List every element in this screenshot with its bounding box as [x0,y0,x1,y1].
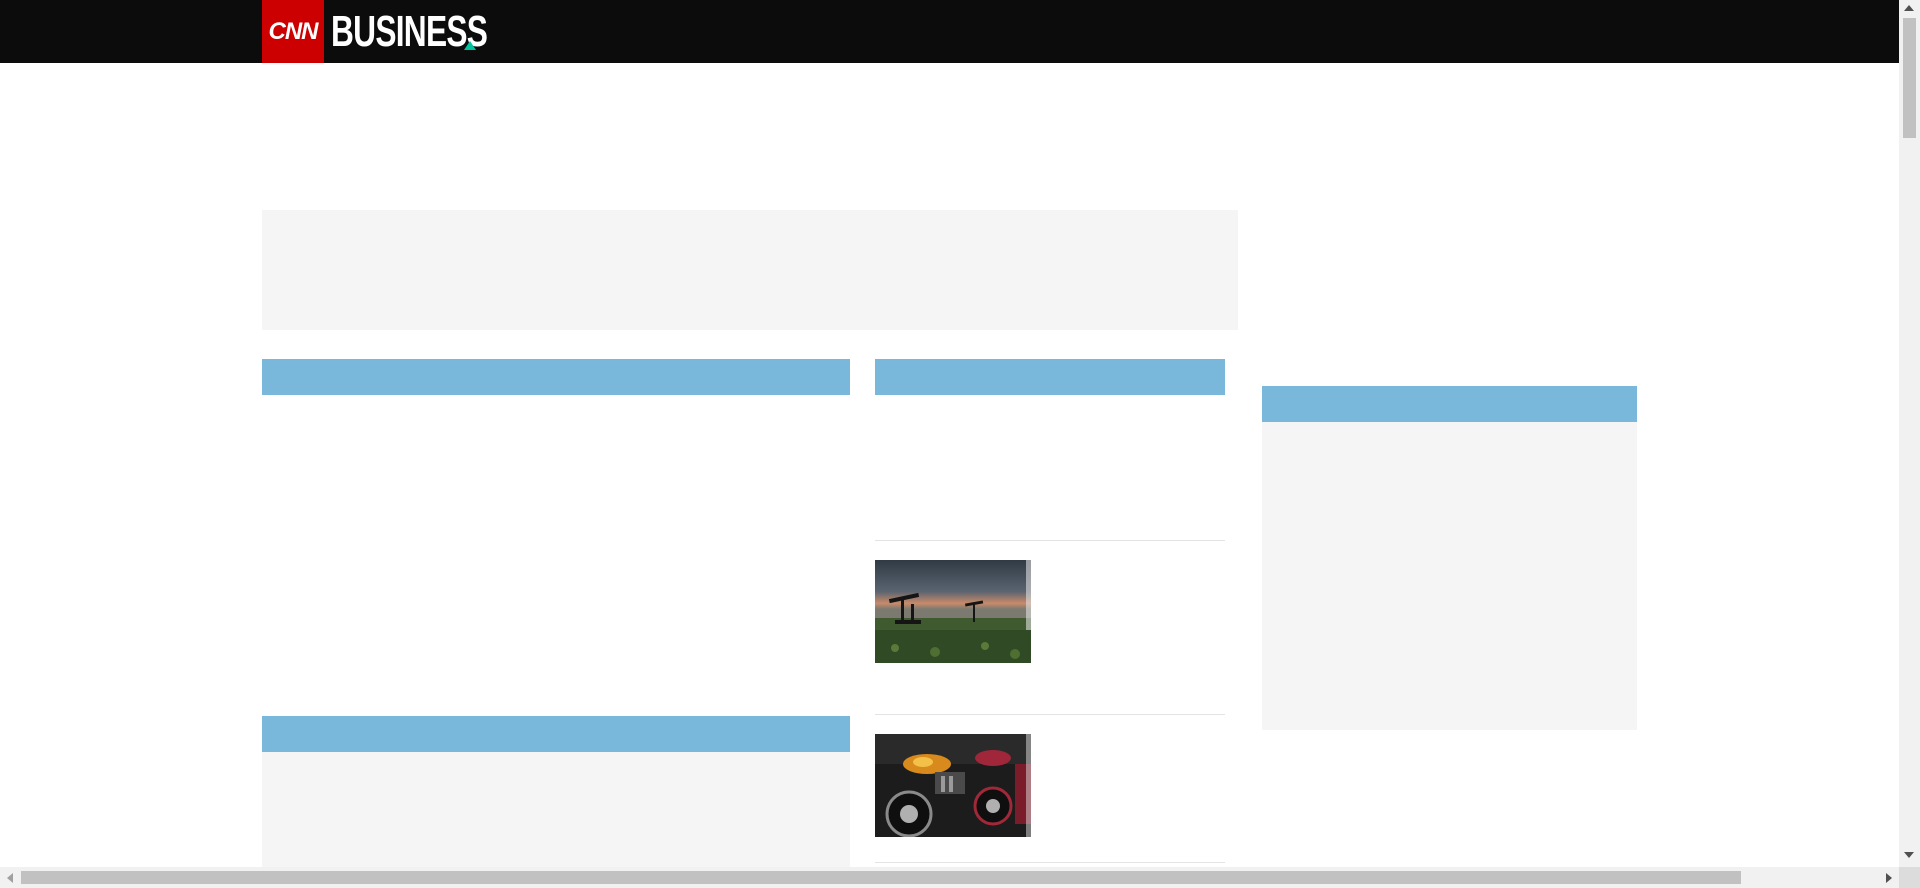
cnn-logo[interactable]: CNN [262,0,324,63]
scroll-left-arrow-icon[interactable] [7,873,13,883]
motorcycles-photo [875,734,1031,837]
motorcycles-thumbnail[interactable] [875,734,1031,837]
right-content-placeholder [1262,422,1637,730]
oil-pumpjack-photo [875,560,1031,663]
middle-column-header [875,359,1225,395]
left-column-header-2 [262,716,850,752]
horizontal-scroll-thumb[interactable] [21,871,1741,884]
triangle-icon [464,41,476,50]
vertical-scroll-thumb[interactable] [1903,18,1916,138]
list-divider [875,714,1225,715]
ad-placeholder [262,210,1238,330]
right-column-header [1262,386,1637,422]
scrollbar-corner [1899,867,1920,888]
left-content-placeholder [262,752,850,867]
scroll-down-arrow-icon[interactable] [1904,852,1914,858]
scroll-right-arrow-icon[interactable] [1886,873,1892,883]
business-section-logo[interactable]: BUSINESS [331,4,488,60]
left-column-header [262,359,850,395]
list-divider [875,540,1225,541]
cnn-logo-text: CNN [268,17,319,45]
list-divider [875,862,1225,863]
scroll-up-arrow-icon[interactable] [1904,5,1914,11]
oil-pumpjack-thumbnail[interactable] [875,560,1031,663]
